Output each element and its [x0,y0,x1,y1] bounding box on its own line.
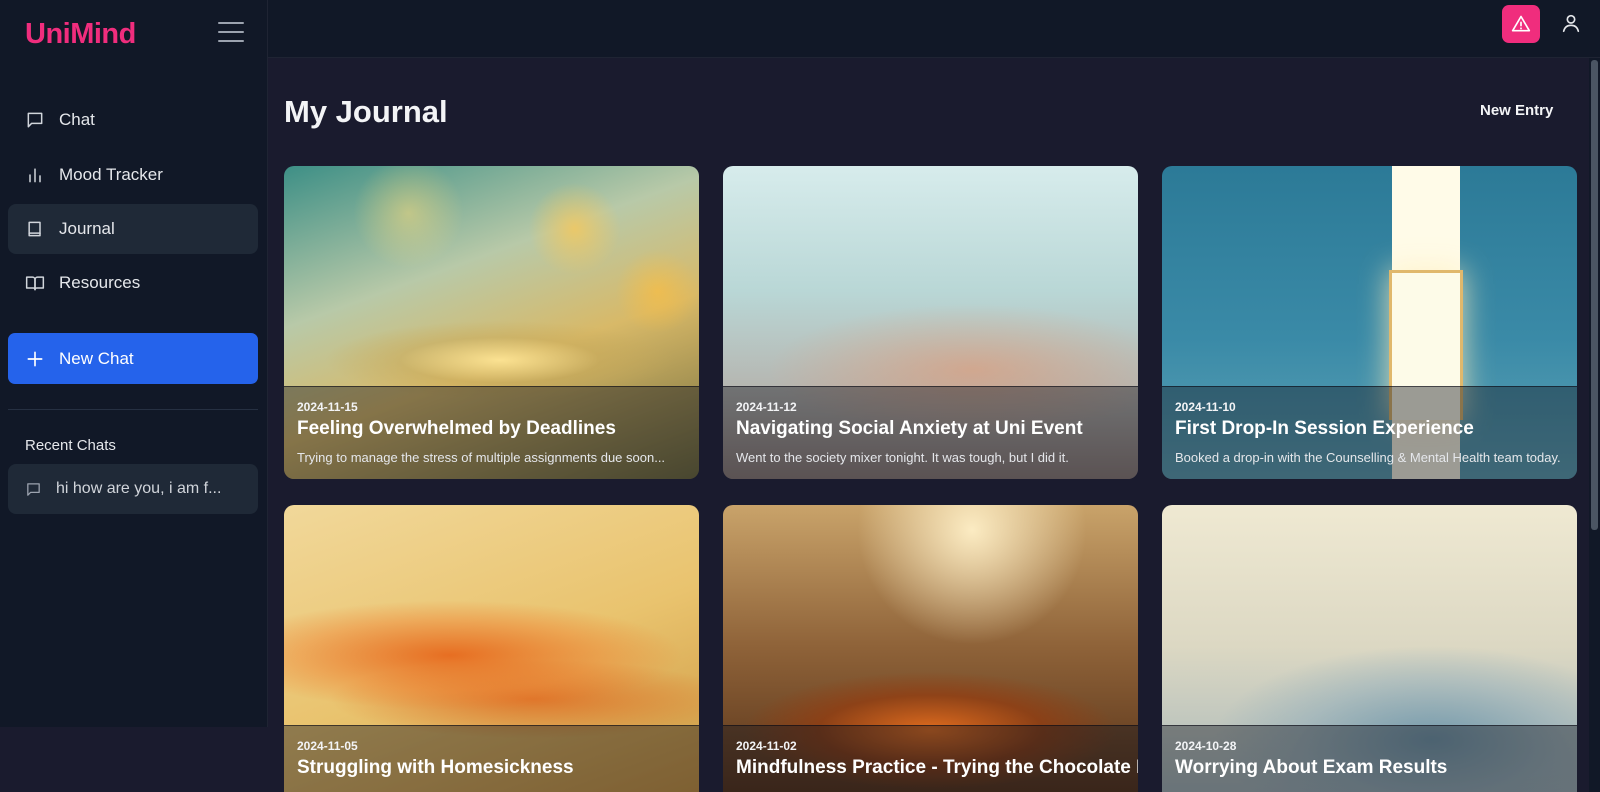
sidebar-item-journal[interactable]: Journal [8,204,258,254]
entry-title: Mindfulness Practice - Trying the Chocol… [736,757,1138,778]
sidebar: UniMind Chat Mood Tracker Journal Resour… [0,0,268,727]
notebook-icon [28,221,41,237]
sidebar-item-label: Resources [59,273,141,292]
entry-title: Feeling Overwhelmed by Deadlines [297,418,616,439]
recent-chat-label: hi how are you, i am f... [56,480,222,497]
entry-date: 2024-11-02 [736,739,797,753]
journal-entry-card[interactable]: 2024-11-05 Struggling with Homesickness [284,505,699,792]
warning-icon [1511,15,1531,32]
page-title: My Journal [284,94,448,129]
open-book-icon [25,276,45,291]
new-entry-button[interactable]: New Entry [1480,102,1553,119]
scrollbar-thumb[interactable] [1591,60,1598,530]
journal-entry-card[interactable]: 2024-11-02 Mindfulness Practice - Trying… [723,505,1138,792]
new-chat-label: New Chat [59,348,134,368]
sidebar-item-chat[interactable]: Chat [8,95,258,145]
journal-entry-card[interactable]: 2024-11-12 Navigating Social Anxiety at … [723,166,1138,479]
sidebar-item-mood-tracker[interactable]: Mood Tracker [8,150,258,200]
top-bar [268,0,1600,58]
new-chat-button[interactable]: New Chat [8,333,258,384]
chat-icon [27,482,40,496]
entry-title: Struggling with Homesickness [297,757,574,778]
sidebar-item-label: Journal [59,219,115,238]
crisis-alert-button[interactable] [1502,5,1540,43]
recent-chats-heading: Recent Chats [25,437,116,454]
user-icon [1562,14,1580,33]
user-profile-button[interactable] [1560,12,1582,34]
entry-date: 2024-11-05 [297,739,358,753]
entry-snippet: Trying to manage the stress of multiple … [297,450,666,465]
entry-title: Navigating Social Anxiety at Uni Event [736,418,1083,439]
recent-chat-item[interactable]: hi how are you, i am f... [8,464,258,514]
sidebar-divider [8,409,258,410]
page-scrollbar[interactable] [1589,58,1600,792]
sidebar-item-resources[interactable]: Resources [8,258,258,308]
entry-snippet: Went to the society mixer tonight. It wa… [736,450,1069,465]
bar-chart-icon [29,168,41,183]
journal-entry-card[interactable]: 2024-11-10 First Drop-In Session Experie… [1162,166,1577,479]
entry-title: First Drop-In Session Experience [1175,418,1474,439]
sidebar-item-label: Mood Tracker [59,165,163,184]
plus-icon [27,351,43,366]
app-logo[interactable]: UniMind [25,18,136,51]
entry-date: 2024-11-10 [1175,400,1236,414]
entry-title: Worrying About Exam Results [1175,757,1448,778]
journal-entry-card[interactable]: 2024-10-28 Worrying About Exam Results [1162,505,1577,792]
entry-date: 2024-10-28 [1175,739,1237,753]
hamburger-menu-icon[interactable] [218,22,244,46]
journal-entry-card[interactable]: 2024-11-15 Feeling Overwhelmed by Deadli… [284,166,699,479]
chat-icon [27,112,43,128]
entry-date: 2024-11-12 [736,400,797,414]
entry-snippet: Booked a drop-in with the Counselling & … [1175,450,1561,465]
sidebar-item-label: Chat [59,110,95,129]
entry-date: 2024-11-15 [297,400,358,414]
sidebar-footer-area [0,727,268,792]
